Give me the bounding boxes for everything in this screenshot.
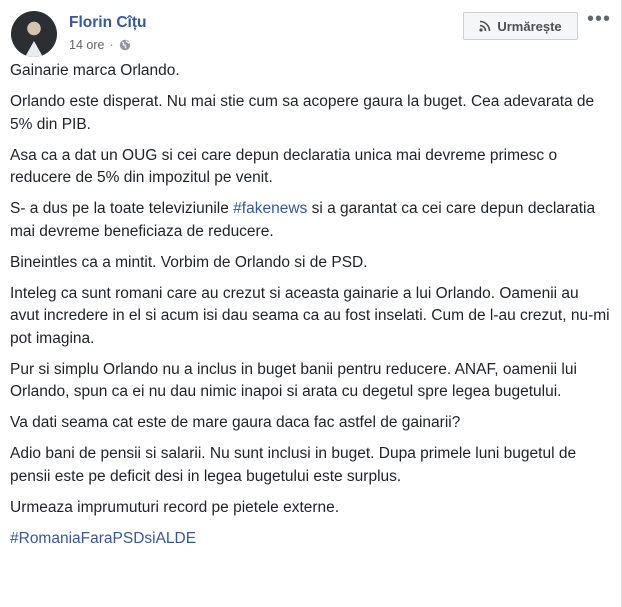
post-paragraph-7: Pur si simplu Orlando nu a inclus in bug…	[10, 360, 577, 401]
post-body: Gainarie marca Orlando. Orlando este dis…	[10, 60, 610, 559]
post-card: Florin Cîțu 14 ore · Urmărește ••• Gaina…	[0, 0, 622, 607]
post-paragraph-1: Gainarie marca Orlando.	[10, 62, 180, 79]
rss-icon	[479, 20, 491, 32]
avatar-shirt	[25, 41, 43, 57]
hashtag-fakenews[interactable]: #fakenews	[233, 200, 307, 217]
more-options-button[interactable]: •••	[587, 9, 611, 29]
post-time[interactable]: 14 ore	[69, 38, 104, 52]
follow-button[interactable]: Urmărește	[463, 12, 578, 40]
post-paragraph-10: Urmeaza imprumuturi record pe pietele ex…	[10, 498, 340, 516]
post-meta: 14 ore ·	[69, 38, 131, 52]
post-paragraph-2: Orlando este disperat. Nu mai stie cum s…	[10, 93, 595, 133]
p4-text-before: S- a dus pe la toate televiziunile	[10, 200, 234, 217]
follow-label: Urmărește	[497, 18, 562, 34]
post-paragraph-5: Bineintles ca a mintit. Vorbim de Orland…	[10, 253, 368, 271]
author-name[interactable]: Florin Cîțu	[69, 14, 147, 32]
meta-separator: ·	[109, 38, 114, 52]
avatar[interactable]	[11, 11, 57, 57]
post-paragraph-6: Inteleg ca sunt romani care au crezut si…	[10, 284, 610, 347]
post-paragraph-4: S- a dus pe la toate televiziunile #fake…	[10, 198, 610, 243]
globe-icon[interactable]	[119, 39, 131, 51]
hashtag-romania[interactable]: #RomaniaFaraPSDsiALDE	[10, 530, 196, 547]
post-paragraph-11: #RomaniaFaraPSDsiALDE	[10, 528, 610, 551]
post-paragraph-3: Asa ca a dat un OUG si cei care depun de…	[10, 146, 558, 187]
post-paragraph-8: Va dati seama cat este de mare gaura dac…	[10, 414, 461, 431]
post-paragraph-9: Adio bani de pensii si salarii. Nu sunt …	[10, 445, 577, 485]
